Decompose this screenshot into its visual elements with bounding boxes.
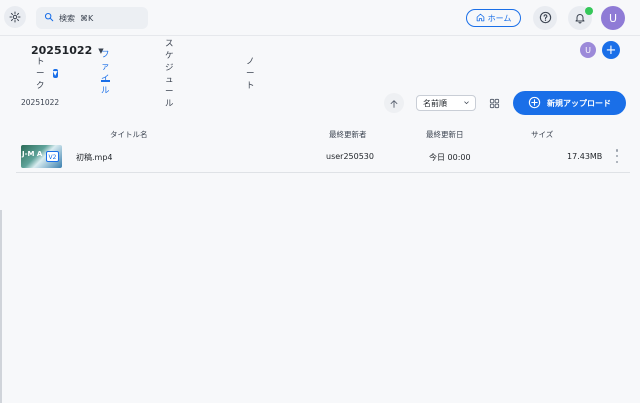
notification-dot	[585, 7, 593, 15]
tab-label: ファイル	[101, 50, 110, 96]
column-header-updated-by[interactable]: 最終更新者	[329, 129, 367, 140]
table-row[interactable]: J-M A V2 初稿.mp4 user250530 今日 00:00 17.4…	[16, 140, 630, 173]
top-bar: 検索 ⌘K ホーム U	[0, 0, 640, 36]
member-initial: U	[585, 45, 591, 55]
scrollbar[interactable]	[0, 210, 2, 403]
gear-icon	[9, 8, 21, 27]
user-avatar[interactable]: U	[601, 6, 625, 30]
file-title[interactable]: 初稿.mp4	[76, 152, 113, 163]
avatar-initial: U	[608, 11, 618, 25]
home-label: ホーム	[487, 13, 512, 23]
search-shortcut: ⌘K	[80, 13, 94, 23]
tab-label: トーク	[36, 57, 45, 91]
breadcrumb: 20251022	[21, 98, 60, 107]
tab-label: スケジュール	[165, 39, 174, 109]
tab-label: ノート	[246, 57, 255, 91]
member-avatar[interactable]: U	[580, 42, 596, 58]
column-header-updated-at[interactable]: 最終更新日	[426, 129, 464, 140]
grid-icon	[489, 94, 500, 113]
plus-icon: +	[605, 42, 617, 58]
version-badge: V2	[46, 151, 59, 162]
grid-view-button[interactable]	[486, 95, 502, 111]
more-vertical-icon[interactable]	[614, 149, 620, 163]
search-icon	[44, 12, 54, 24]
arrow-up-icon	[389, 94, 399, 113]
home-icon	[476, 13, 485, 24]
upload-plus-icon	[528, 96, 541, 111]
add-member-button[interactable]: +	[602, 41, 620, 59]
upload-label: 新規アップロード	[547, 98, 611, 108]
file-thumbnail[interactable]: J-M A V2	[21, 145, 62, 168]
search-input[interactable]: 検索 ⌘K	[36, 7, 148, 29]
help-icon	[539, 9, 552, 28]
file-size: 17.43MB	[567, 152, 603, 161]
settings-button[interactable]	[4, 6, 26, 28]
file-updated-by: user250530	[326, 152, 374, 161]
sort-value: 名前順	[423, 98, 447, 108]
sort-direction-button[interactable]	[384, 93, 404, 113]
chevron-down-icon[interactable]: ▼	[52, 68, 58, 78]
tab-notes[interactable]: ノート	[246, 57, 255, 91]
help-button[interactable]	[533, 6, 557, 30]
column-header-size[interactable]: サイズ	[531, 129, 553, 140]
tab-files[interactable]: ファイル	[101, 50, 110, 96]
column-header-title[interactable]: タイトル名	[110, 129, 148, 140]
tab-schedule[interactable]: スケジュール	[165, 39, 174, 109]
tab-talk[interactable]: トーク ▼	[36, 57, 58, 91]
sort-select[interactable]: 名前順	[416, 95, 476, 111]
chevron-down-icon	[463, 99, 470, 108]
file-updated-at: 今日 00:00	[429, 153, 471, 162]
thumbnail-text: J-M A	[22, 150, 43, 158]
search-placeholder: 検索	[59, 13, 75, 23]
new-upload-button[interactable]: 新規アップロード	[513, 91, 626, 115]
home-button[interactable]: ホーム	[466, 9, 521, 27]
